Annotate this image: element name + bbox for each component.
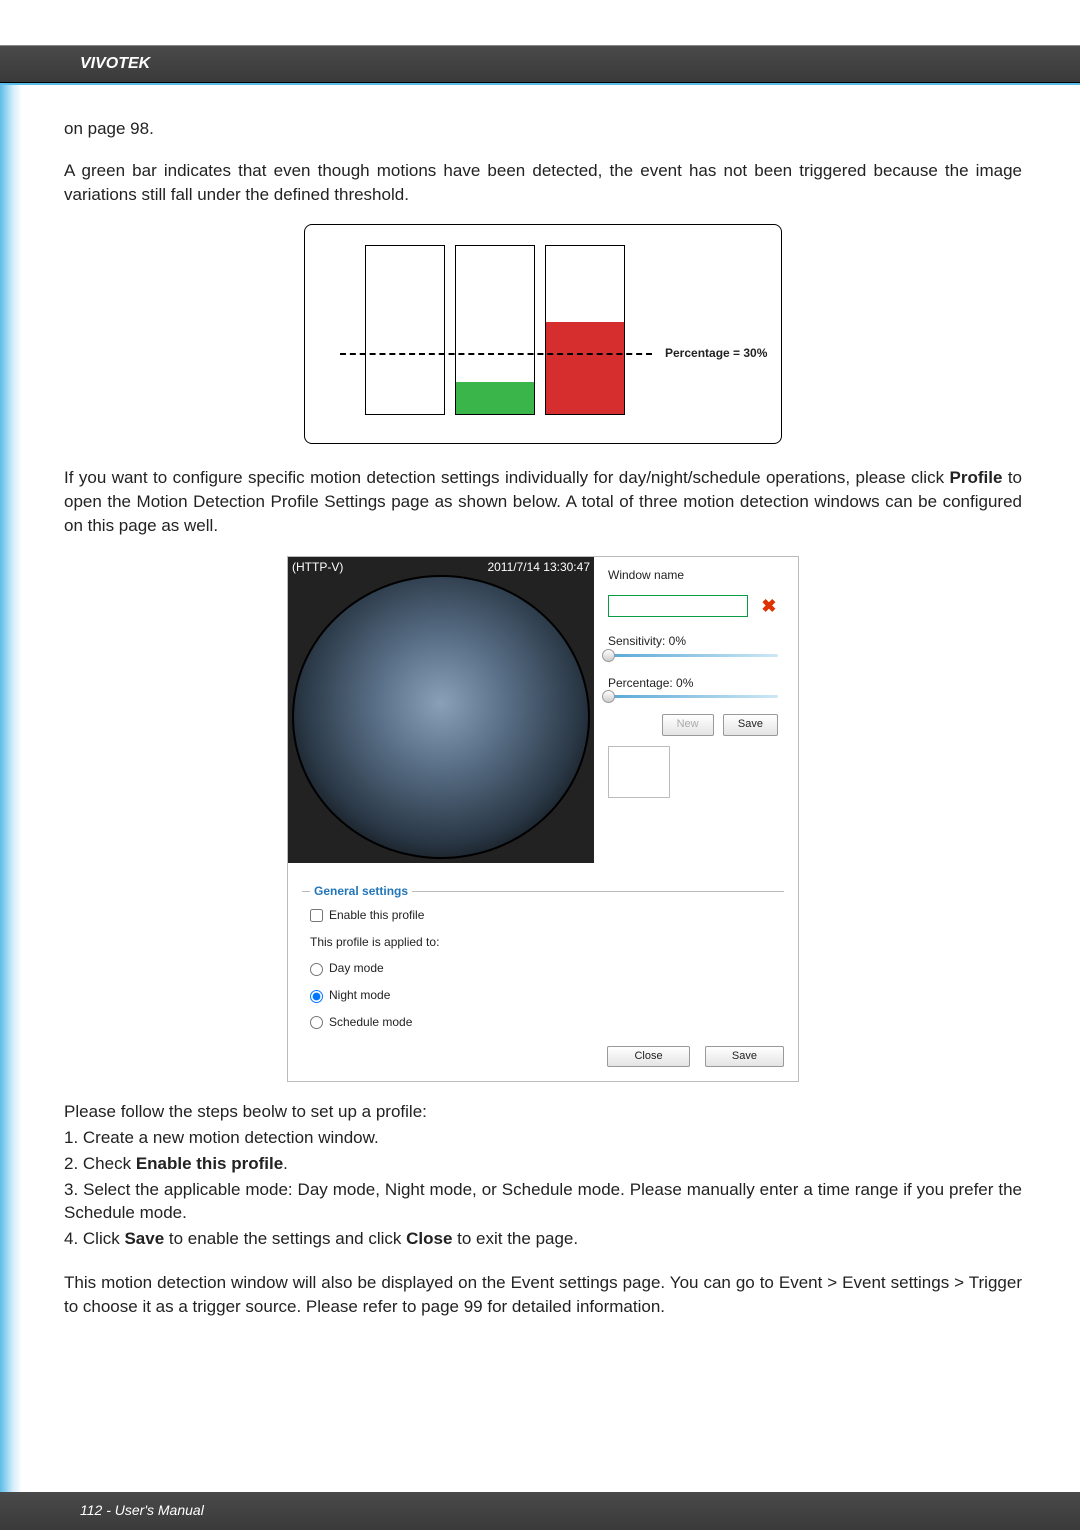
intro-page-ref: on page 98.	[64, 117, 1022, 141]
schedule-mode-label: Schedule mode	[329, 1015, 412, 1029]
steps-list: Please follow the steps beolw to set up …	[64, 1100, 1022, 1251]
applied-to-label: This profile is applied to:	[302, 929, 784, 956]
page-footer: 112 - User's Manual	[0, 1492, 1080, 1530]
day-mode-label: Day mode	[329, 961, 384, 975]
enable-profile-label: Enable this profile	[329, 908, 424, 922]
footer-text: 112 - User's Manual	[80, 1502, 204, 1518]
bar-1	[365, 245, 445, 415]
brand-label: VIVOTEK	[80, 55, 150, 72]
profile-instruction: If you want to configure specific motion…	[64, 466, 1022, 537]
left-gutter	[0, 85, 22, 1530]
stream-timestamp: 2011/7/14 13:30:47	[487, 559, 590, 576]
window-name-input[interactable]	[608, 595, 748, 617]
step-4: 4. Click Save to enable the settings and…	[64, 1227, 1022, 1251]
bar-2-fill	[456, 382, 534, 414]
save-button-2[interactable]: Save	[705, 1046, 784, 1067]
percentage-label: Percentage: 0%	[608, 675, 784, 692]
fieldset-legend: General settings	[310, 883, 412, 900]
threshold-line	[340, 353, 652, 355]
close-icon[interactable]: ✖	[761, 596, 776, 616]
percentage-slider[interactable]	[608, 695, 778, 698]
threshold-label: Percentage = 30%	[665, 345, 767, 362]
night-mode-label: Night mode	[329, 988, 390, 1002]
general-settings-fieldset: General settings Enable this profile Thi…	[302, 891, 784, 1036]
schedule-mode-radio[interactable]	[310, 1016, 323, 1029]
day-mode-radio[interactable]	[310, 963, 323, 976]
bar-2	[455, 245, 535, 415]
profile-keyword: Profile	[950, 468, 1003, 487]
slider-thumb[interactable]	[602, 649, 615, 662]
closing-paragraph: This motion detection window will also b…	[64, 1271, 1022, 1319]
fisheye-image	[292, 575, 590, 859]
page-header: VIVOTEK	[0, 45, 1080, 83]
night-mode-radio[interactable]	[310, 990, 323, 1003]
window-name-label: Window name	[608, 567, 784, 584]
save-button[interactable]: Save	[723, 714, 778, 735]
slider-thumb[interactable]	[602, 690, 615, 703]
bar-3	[545, 245, 625, 415]
step-3: 3. Select the applicable mode: Day mode,…	[64, 1178, 1022, 1226]
close-button[interactable]: Close	[607, 1046, 689, 1067]
preview-thumbnail	[608, 746, 670, 798]
sensitivity-slider[interactable]	[608, 654, 778, 657]
stream-label: (HTTP-V)	[292, 559, 343, 576]
enable-profile-checkbox[interactable]	[310, 909, 323, 922]
steps-intro: Please follow the steps beolw to set up …	[64, 1100, 1022, 1124]
threshold-diagram: Percentage = 30%	[304, 224, 782, 444]
green-bar-explanation: A green bar indicates that even though m…	[64, 159, 1022, 207]
profile-settings-screenshot: (HTTP-V) 2011/7/14 13:30:47 Window name …	[287, 556, 799, 1082]
step-2: 2. Check Enable this profile.	[64, 1152, 1022, 1176]
sensitivity-label: Sensitivity: 0%	[608, 633, 784, 650]
step-1: 1. Create a new motion detection window.	[64, 1126, 1022, 1150]
bar-3-fill	[546, 322, 624, 414]
video-preview: (HTTP-V) 2011/7/14 13:30:47	[288, 557, 594, 863]
new-button[interactable]: New	[662, 714, 714, 735]
